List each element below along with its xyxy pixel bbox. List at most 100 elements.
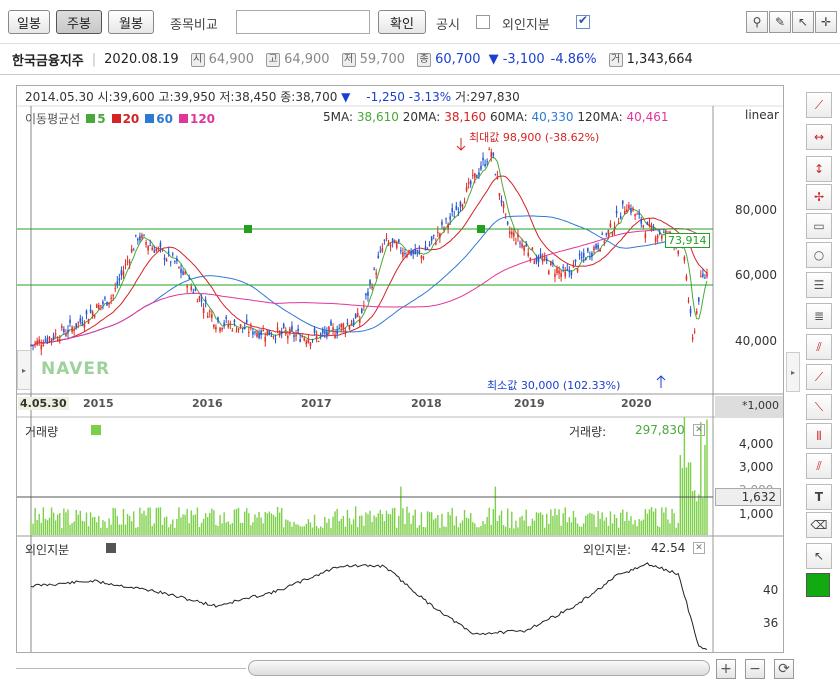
chart-frame[interactable]: 2014.05.30 시:39,600 고:39,950 저:38,450 종:… xyxy=(16,85,784,653)
tool-text-icon[interactable]: T xyxy=(806,484,832,510)
candle-body xyxy=(595,244,597,249)
volume-bar xyxy=(133,511,135,535)
candle-body xyxy=(110,297,112,299)
volume-bar xyxy=(219,515,221,535)
volume-bar xyxy=(383,521,386,535)
candle-body xyxy=(535,257,538,262)
tab-weekly[interactable]: 주봉 xyxy=(56,10,102,34)
volume-bar xyxy=(377,513,379,535)
tool-cursor-icon[interactable]: ↖ xyxy=(792,11,814,33)
volume-bar xyxy=(628,520,630,535)
tool-trend-icon[interactable]: ⟋ xyxy=(806,364,832,390)
tool-channel-icon[interactable]: ⫽ xyxy=(806,334,832,360)
tool-rectangle-icon[interactable]: ▭ xyxy=(806,213,832,239)
volume-bar xyxy=(272,514,275,535)
candle-body xyxy=(570,272,573,276)
tool-fan-icon[interactable]: ⟍ xyxy=(806,394,832,420)
tool-horizontal-line-icon[interactable]: ↔ xyxy=(806,124,832,150)
tool-pen-icon[interactable]: ✎ xyxy=(769,11,791,33)
zoom-out-button[interactable]: − xyxy=(745,659,765,679)
candle-body xyxy=(445,218,447,220)
candle-body xyxy=(400,250,402,252)
candle-body xyxy=(356,312,359,317)
stock-chart[interactable] xyxy=(17,86,783,652)
volume-bar xyxy=(704,444,706,535)
volume-bar xyxy=(634,520,636,535)
tool-circle-icon[interactable]: ○ xyxy=(806,242,832,268)
candle-body xyxy=(397,239,400,242)
foreign-close-icon[interactable]: ✕ xyxy=(693,542,705,554)
tool-crosshair-icon[interactable]: ✛ xyxy=(815,11,837,33)
right-expand-tab[interactable]: ▸ xyxy=(786,352,800,392)
reset-button[interactable]: ⟳ xyxy=(774,659,794,679)
tool-eraser-icon[interactable]: ⌫ xyxy=(806,512,832,538)
tool-speed-icon[interactable]: ⫽ xyxy=(806,453,832,479)
volume-bar xyxy=(211,508,213,535)
volume-bar xyxy=(587,514,589,535)
volume-bar xyxy=(344,526,347,535)
candle-body xyxy=(56,338,59,342)
volume-bar xyxy=(96,522,98,535)
volume-bar xyxy=(457,527,460,535)
candle-body xyxy=(642,225,645,227)
candle-body xyxy=(36,340,38,345)
tool-cycle-icon[interactable]: ⦀ xyxy=(806,423,832,449)
volume-bar xyxy=(188,523,190,535)
volume-bar xyxy=(396,527,398,535)
left-expand-tab[interactable]: ▸ xyxy=(17,350,31,390)
volume-bar xyxy=(301,526,303,535)
volume-bar xyxy=(317,528,320,535)
tool-levels-icon[interactable]: ≣ xyxy=(806,303,832,329)
volume-bar xyxy=(566,522,568,535)
volume-bar xyxy=(554,508,556,535)
foreign-checkbox[interactable] xyxy=(576,13,590,29)
volume-bar xyxy=(342,515,345,535)
stock-info-bar: 한국금융지주 | 2020.08.19 시 64,900 고 64,900 저 … xyxy=(0,45,840,75)
volume-marker: 1,632 xyxy=(715,488,781,506)
cursor-close: 종:38,700 xyxy=(280,90,338,104)
tab-daily[interactable]: 일봉 xyxy=(8,10,50,34)
confirm-button[interactable]: 확인 xyxy=(378,10,426,34)
scale-label[interactable]: linear xyxy=(745,108,779,122)
tab-monthly[interactable]: 월봉 xyxy=(108,10,154,34)
tool-line-icon[interactable]: ⟋ xyxy=(806,92,832,118)
candle-body xyxy=(198,296,201,301)
candle-body xyxy=(511,231,513,235)
tool-cross-icon[interactable]: ✢ xyxy=(806,184,832,210)
volume-bar xyxy=(568,517,571,535)
tool-pointer-icon[interactable]: ↖ xyxy=(806,543,832,569)
volume-bar xyxy=(570,522,573,535)
volume-bar xyxy=(348,518,351,535)
candle-body xyxy=(108,302,110,305)
candle-body xyxy=(552,262,554,265)
candle-body xyxy=(243,327,246,330)
candle-body xyxy=(465,186,468,192)
hline-value-label[interactable]: 73,914 xyxy=(665,233,710,248)
volume-bar xyxy=(155,507,158,535)
volume-close-icon[interactable]: ✕ xyxy=(693,424,705,436)
compare-input[interactable] xyxy=(236,10,370,34)
volume-bar xyxy=(398,515,400,535)
candle-body xyxy=(439,233,441,238)
volume-bar xyxy=(494,486,497,535)
volume-bar xyxy=(217,526,219,535)
volume-bar xyxy=(359,515,361,535)
candle-body xyxy=(180,268,182,273)
tool-indicator-icon[interactable]: ⚲ xyxy=(746,11,768,33)
zoom-in-button[interactable]: + xyxy=(716,659,736,679)
candle-body xyxy=(404,252,406,254)
notice-checkbox[interactable] xyxy=(476,15,490,29)
compare-label: 종목비교 xyxy=(170,18,218,33)
candle-body xyxy=(67,330,69,333)
tool-vertical-line-icon[interactable]: ↕ xyxy=(806,156,832,182)
tool-fibonacci-icon[interactable]: ☰ xyxy=(806,272,832,298)
candle-body xyxy=(515,242,517,244)
volume-bar xyxy=(521,515,523,535)
candle-body xyxy=(654,237,657,242)
color-picker[interactable] xyxy=(806,573,830,597)
volume-bar xyxy=(700,422,702,535)
volume-bar xyxy=(435,518,437,535)
cursor-info: 2014.05.30 시:39,600 고:39,950 저:38,450 종:… xyxy=(25,88,520,105)
scrollbar-thumb[interactable] xyxy=(248,660,710,676)
candle-body xyxy=(406,254,408,257)
